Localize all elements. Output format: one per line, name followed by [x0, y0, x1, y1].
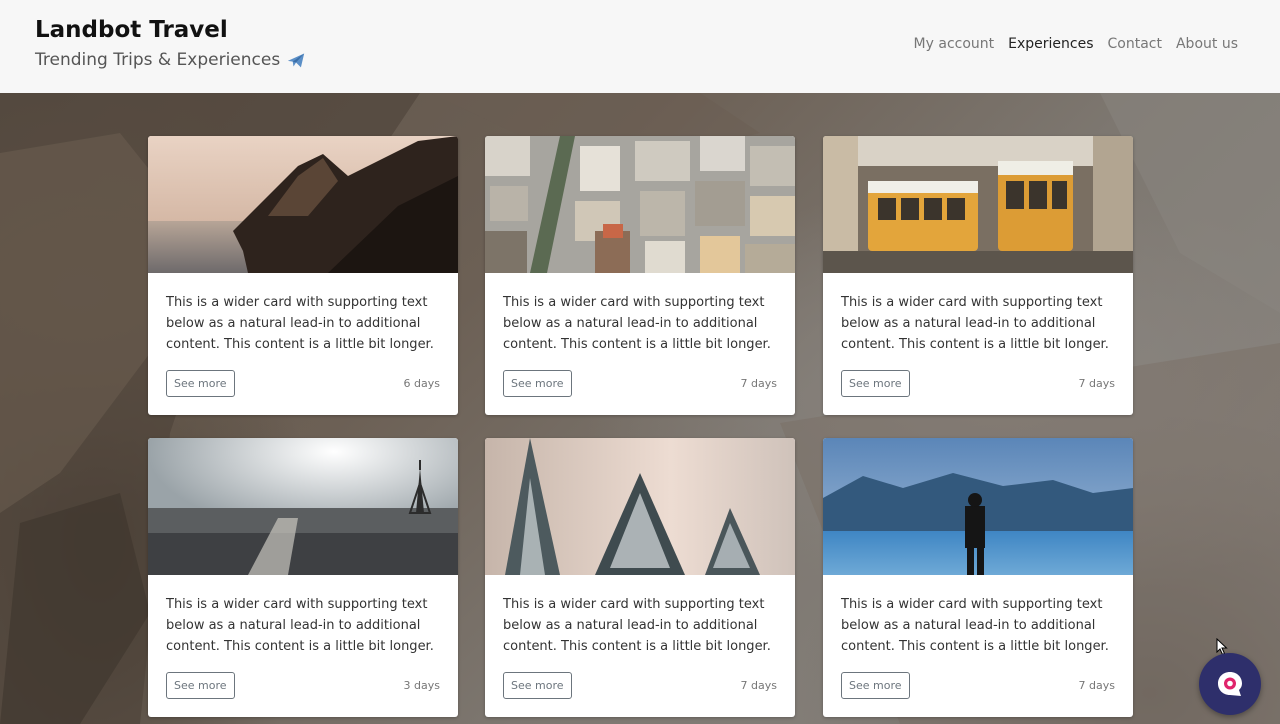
see-more-button[interactable]: See more	[503, 672, 572, 699]
see-more-button[interactable]: See more	[166, 672, 235, 699]
site-header: Landbot Travel Trending Trips & Experien…	[0, 0, 1280, 93]
nav-contact[interactable]: Contact	[1108, 36, 1162, 52]
trip-card: This is a wider card with supporting tex…	[485, 438, 795, 717]
chat-bubble-icon	[1218, 672, 1242, 696]
see-more-button[interactable]: See more	[841, 370, 910, 397]
trip-duration: 7 days	[740, 377, 777, 390]
brand-title[interactable]: Landbot Travel	[35, 17, 228, 43]
card-image-snowy-pines	[485, 438, 795, 575]
card-description: This is a wider card with supporting tex…	[503, 295, 771, 352]
trip-duration: 7 days	[1078, 377, 1115, 390]
nav-my-account[interactable]: My account	[914, 36, 995, 52]
see-more-button[interactable]: See more	[841, 672, 910, 699]
airplane-icon	[288, 53, 305, 68]
trip-duration: 3 days	[403, 679, 440, 692]
trip-card: This is a wider card with supporting tex…	[485, 136, 795, 415]
card-description: This is a wider card with supporting tex…	[166, 295, 434, 352]
card-image-coastal-cliff	[148, 136, 458, 273]
trip-duration: 7 days	[1078, 679, 1115, 692]
card-description: This is a wider card with supporting tex…	[503, 597, 771, 654]
nav-experiences[interactable]: Experiences	[1008, 36, 1093, 52]
card-description: This is a wider card with supporting tex…	[841, 597, 1109, 654]
brand-subtitle: Trending Trips & Experiences	[35, 50, 306, 70]
card-image-paris-skyline	[148, 438, 458, 575]
see-more-button[interactable]: See more	[503, 370, 572, 397]
card-image-yellow-trams	[823, 136, 1133, 273]
see-more-button[interactable]: See more	[166, 370, 235, 397]
trip-card: This is a wider card with supporting tex…	[148, 136, 458, 415]
card-image-city-rooftops	[485, 136, 795, 273]
chat-launcher-button[interactable]	[1199, 653, 1261, 715]
subtitle-text: Trending Trips & Experiences	[35, 50, 281, 70]
card-image-lake-mountains	[823, 438, 1133, 575]
trip-card: This is a wider card with supporting tex…	[148, 438, 458, 717]
card-description: This is a wider card with supporting tex…	[166, 597, 434, 654]
nav-about-us[interactable]: About us	[1176, 36, 1238, 52]
trip-card: This is a wider card with supporting tex…	[823, 438, 1133, 717]
card-description: This is a wider card with supporting tex…	[841, 295, 1109, 352]
trip-card: This is a wider card with supporting tex…	[823, 136, 1133, 415]
trip-duration: 6 days	[403, 377, 440, 390]
trip-duration: 7 days	[740, 679, 777, 692]
main-nav: My account Experiences Contact About us	[914, 36, 1238, 52]
